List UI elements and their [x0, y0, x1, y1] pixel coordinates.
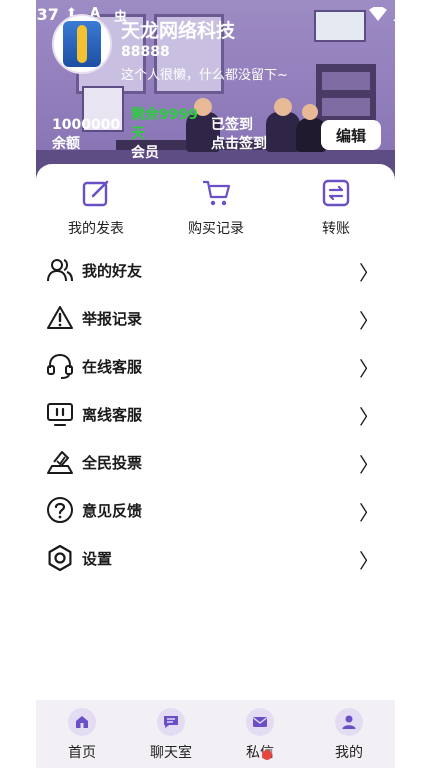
- user-name: 天龙网络科技: [121, 20, 236, 42]
- bottom-tab-bar: 首页 聊天室 私信 我的: [36, 700, 395, 768]
- vip-label: 会员: [131, 145, 159, 161]
- home-icon: [68, 708, 96, 736]
- edit-profile-button[interactable]: 编辑: [321, 120, 381, 150]
- tab-home[interactable]: 首页: [47, 708, 117, 762]
- question-icon: [47, 497, 73, 523]
- settings-icon: [48, 544, 72, 572]
- unread-badge: [262, 750, 272, 760]
- chevron-right-icon: 〉: [359, 405, 379, 429]
- menu-item-reports[interactable]: 举报记录 〉: [36, 294, 395, 342]
- vip-unit: 天: [131, 126, 145, 142]
- left-margin: [0, 0, 36, 768]
- vote-icon: [47, 451, 73, 474]
- menu-item-offline-support[interactable]: 离线客服 〉: [36, 390, 395, 438]
- signal-icon: [393, 7, 407, 21]
- menu-item-feedback[interactable]: 意见反馈 〉: [36, 486, 395, 534]
- status-time: 11:37: [8, 5, 59, 24]
- menu-item-label: 举报记录: [82, 310, 143, 328]
- quick-action-label: 转账: [322, 221, 350, 237]
- status-right: [369, 6, 422, 22]
- menu-item-label: 设置: [82, 550, 113, 568]
- quick-actions: 我的发表 购买记录 转账: [36, 178, 395, 238]
- tab-label: 聊天室: [150, 745, 192, 761]
- tab-mine[interactable]: 我的: [314, 708, 384, 762]
- signin-stat[interactable]: 已签到 点击签到: [211, 116, 267, 154]
- signin-action: 点击签到: [211, 136, 267, 152]
- balance-label: 余额: [52, 136, 80, 152]
- battery-icon: [413, 6, 422, 22]
- quick-action-label: 购买记录: [188, 221, 244, 237]
- office-person-head: [302, 104, 318, 120]
- avatar[interactable]: [52, 14, 112, 74]
- user-signature: 这个人很懒，什么都没留下~: [121, 68, 288, 83]
- edit-icon: [82, 180, 109, 207]
- right-margin: [395, 0, 432, 768]
- wifi-icon: [369, 7, 387, 21]
- menu-item-settings[interactable]: 设置 〉: [36, 534, 395, 582]
- office-person-head: [274, 98, 292, 116]
- menu-item-friends[interactable]: 我的好友 〉: [36, 246, 395, 294]
- menu-item-label: 离线客服: [82, 406, 143, 424]
- menu-item-label: 意见反馈: [82, 502, 143, 520]
- menu-item-label: 全民投票: [82, 454, 143, 472]
- mail-icon: [246, 708, 274, 736]
- monitor-icon: [47, 403, 73, 426]
- quick-action-transfer[interactable]: 转账: [286, 178, 386, 238]
- vip-remaining: 剩余9999: [131, 107, 198, 123]
- user-icon: [335, 708, 363, 736]
- chevron-right-icon: 〉: [359, 309, 379, 333]
- tab-label: 我的: [335, 745, 363, 761]
- chevron-right-icon: 〉: [359, 357, 379, 381]
- chevron-right-icon: 〉: [359, 453, 379, 477]
- tab-chatroom[interactable]: 聊天室: [136, 708, 206, 762]
- tab-label: 私信: [246, 745, 274, 761]
- chevron-right-icon: 〉: [359, 261, 379, 285]
- chevron-right-icon: 〉: [359, 501, 379, 525]
- quick-action-my-posts[interactable]: 我的发表: [46, 178, 146, 238]
- signin-status: 已签到: [211, 117, 253, 133]
- user-id: 88888: [121, 44, 170, 60]
- vip-stat[interactable]: 剩余9999 天 会员: [131, 106, 198, 163]
- tab-messages[interactable]: 私信: [225, 708, 295, 762]
- menu-item-label: 在线客服: [82, 358, 143, 376]
- chat-icon: [157, 708, 185, 736]
- settings-menu: 我的好友 〉 举报记录 〉 在线客服 〉 离线客服 〉 全民投票 〉 意见反馈 …: [36, 246, 395, 582]
- quick-action-purchases[interactable]: 购买记录: [166, 178, 266, 238]
- cart-icon: [203, 180, 231, 206]
- menu-item-online-support[interactable]: 在线客服 〉: [36, 342, 395, 390]
- company-logo: [63, 21, 101, 67]
- menu-item-voting[interactable]: 全民投票 〉: [36, 438, 395, 486]
- warning-icon: [47, 306, 73, 329]
- balance-value: 1000000: [52, 117, 121, 133]
- office-person: [266, 112, 300, 152]
- quick-action-label: 我的发表: [68, 221, 124, 237]
- headset-icon: [47, 353, 73, 379]
- chevron-right-icon: 〉: [359, 549, 379, 573]
- balance-stat[interactable]: 1000000 余额: [52, 116, 120, 154]
- menu-item-label: 我的好友: [82, 262, 143, 280]
- transfer-icon: [322, 179, 350, 207]
- tab-label: 首页: [68, 745, 96, 761]
- friends-icon: [47, 259, 73, 282]
